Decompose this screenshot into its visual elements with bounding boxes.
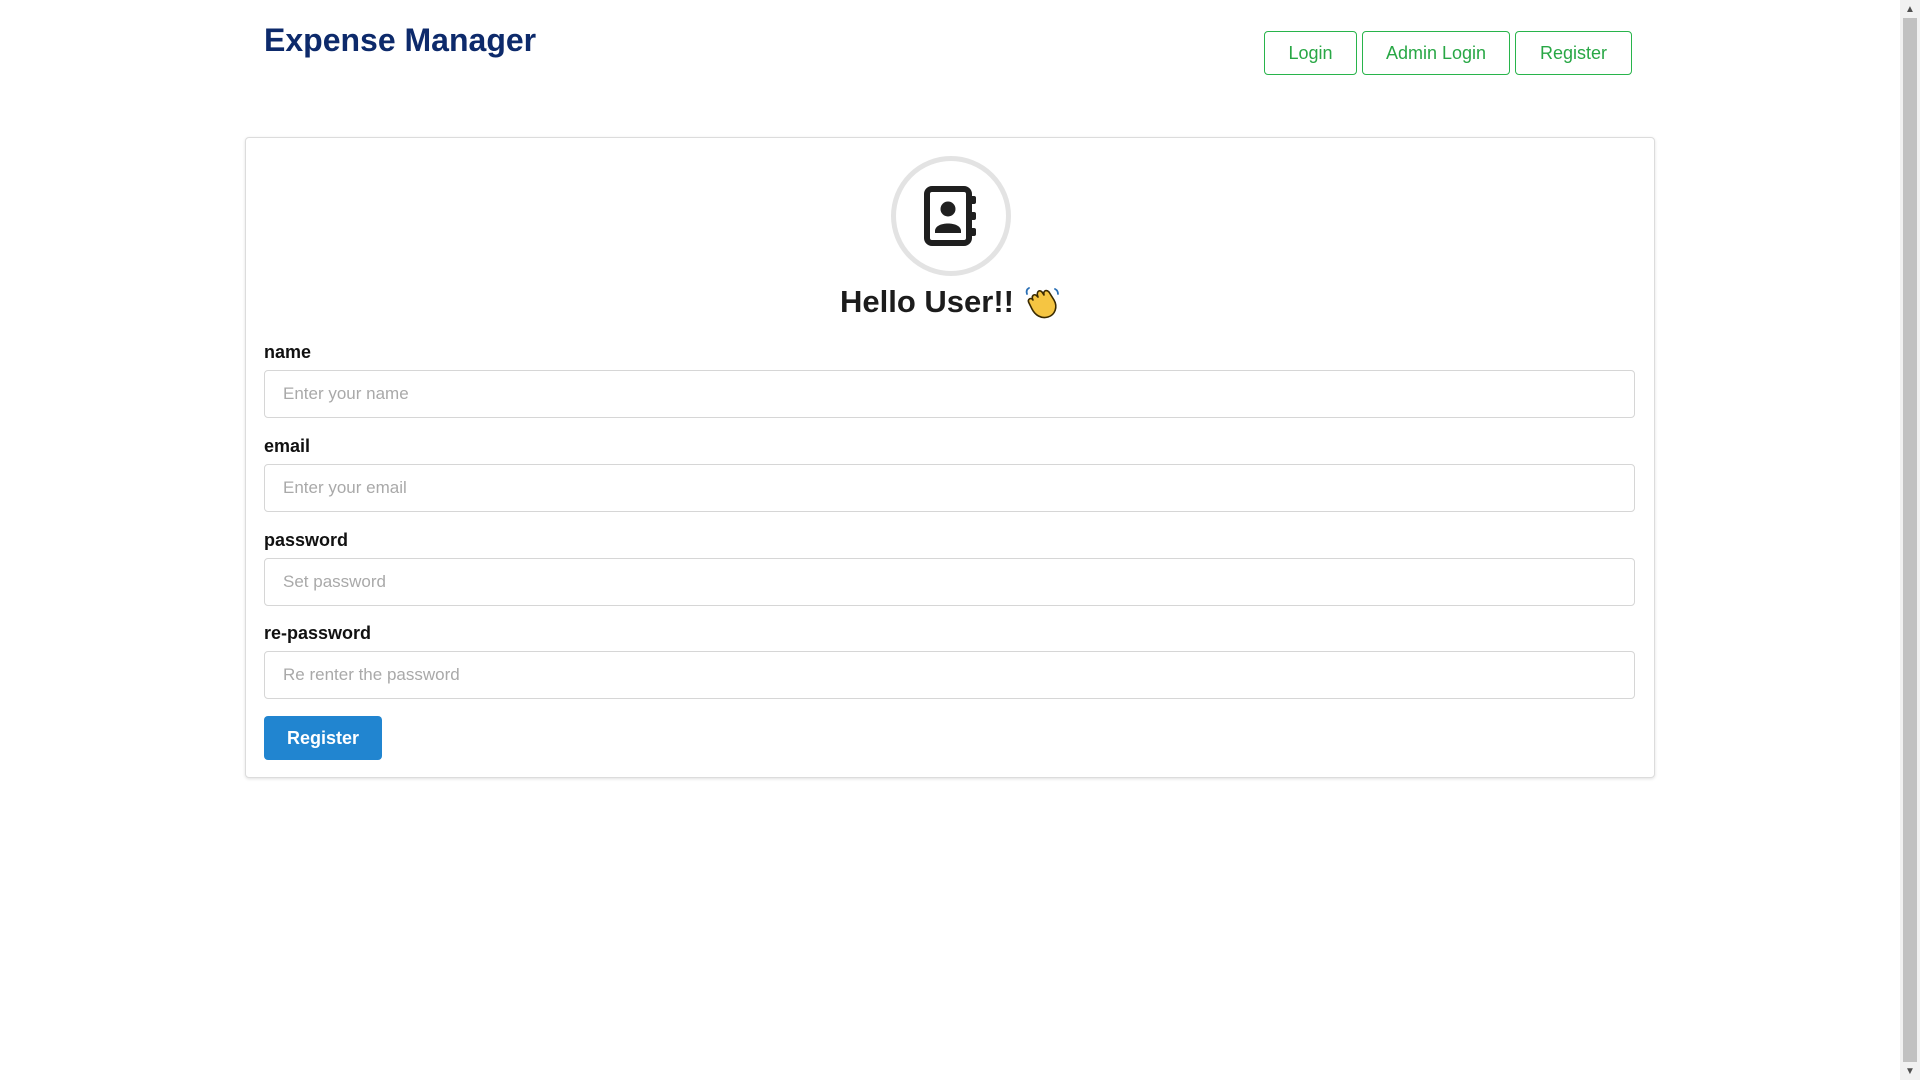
scrollbar-thumb[interactable] [1903, 18, 1917, 1062]
password-label: password [264, 530, 349, 550]
register-card: Hello User!! name email password re-pass… [245, 137, 1655, 778]
email-label: email [264, 436, 311, 456]
register-submit-button[interactable]: Register [264, 716, 382, 760]
password-input[interactable] [264, 558, 1635, 606]
greeting-heading: Hello User!! [246, 284, 1654, 320]
name-label: name [264, 342, 312, 362]
vertical-scrollbar[interactable]: ▲ ▼ [1900, 0, 1920, 1080]
email-input[interactable] [264, 464, 1635, 512]
waving-hand-icon [1025, 287, 1059, 319]
name-input[interactable] [264, 370, 1635, 418]
app-title[interactable]: Expense Manager [264, 22, 536, 59]
contact-book-icon [924, 186, 976, 246]
login-button[interactable]: Login [1264, 31, 1357, 75]
register-nav-button[interactable]: Register [1515, 31, 1632, 75]
top-nav: Login Admin Login Register [1264, 31, 1632, 75]
avatar [891, 156, 1011, 276]
scroll-up-arrow-icon[interactable]: ▲ [1900, 0, 1920, 18]
repassword-label: re-password [264, 623, 372, 643]
repassword-input[interactable] [264, 651, 1635, 699]
page: Expense Manager Login Admin Login Regist… [0, 0, 1920, 1080]
admin-login-button[interactable]: Admin Login [1362, 31, 1510, 75]
greeting-text: Hello User!! [840, 284, 1014, 319]
scroll-down-arrow-icon[interactable]: ▼ [1900, 1062, 1920, 1080]
